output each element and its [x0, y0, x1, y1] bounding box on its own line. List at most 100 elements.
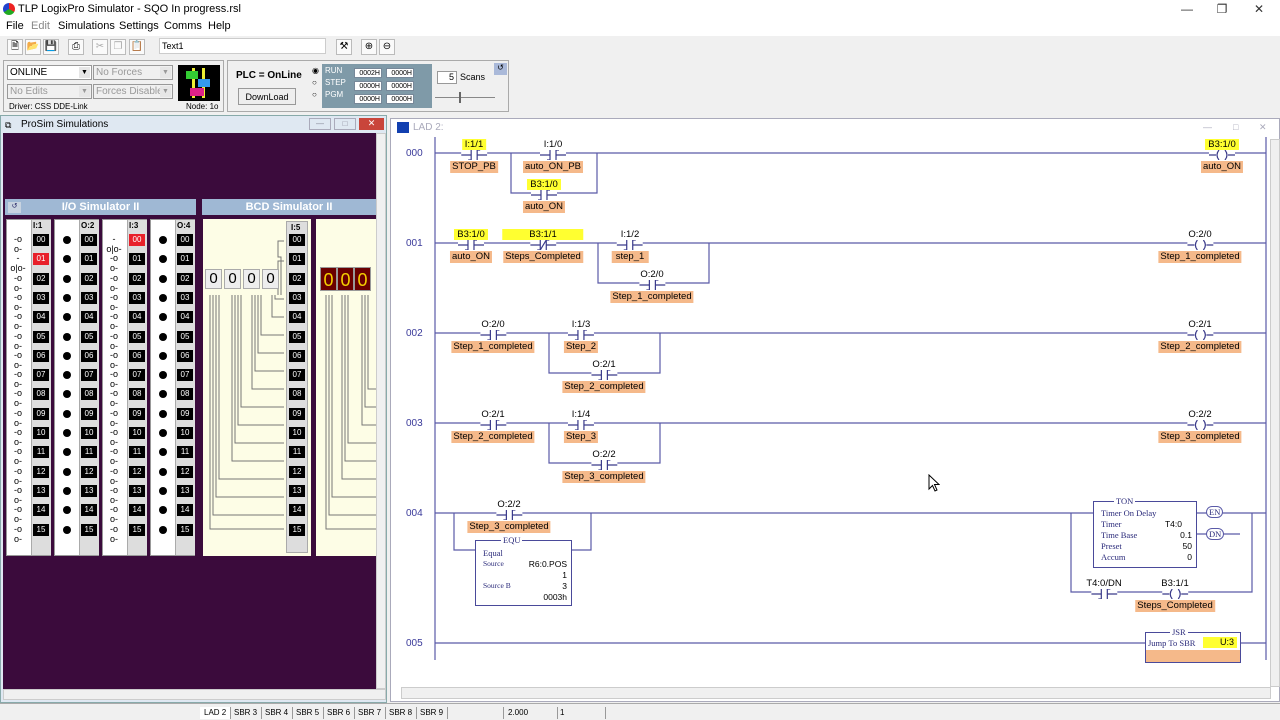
tab-sbr-9[interactable]: SBR 9: [416, 707, 449, 719]
horizontal-scrollbar[interactable]: [3, 689, 386, 700]
bit-11[interactable]: 11: [33, 446, 49, 459]
tab-sbr-7[interactable]: SBR 7: [354, 707, 387, 719]
contact-stop-pb[interactable]: I:1/1 STOP_PB: [450, 138, 498, 173]
bit-12[interactable]: 12: [81, 465, 97, 478]
new-file-icon[interactable]: 🗎: [7, 39, 23, 55]
coil-step-1-completed[interactable]: O:2/0 Step_1_completed: [1158, 228, 1242, 263]
bit-05[interactable]: 05: [177, 330, 193, 343]
bit-13[interactable]: 13: [177, 484, 193, 497]
bit-09[interactable]: 09: [129, 407, 145, 420]
contact-step-1-completed[interactable]: O:2/0 Step_1_completed: [451, 318, 535, 353]
switch-open-icon[interactable]: -o o-: [9, 369, 27, 389]
bit-08[interactable]: 08: [33, 388, 49, 401]
bit-10[interactable]: 10: [81, 427, 97, 439]
contact-step-1[interactable]: I:1/2 step_1: [611, 228, 649, 263]
bit-05[interactable]: 05: [33, 330, 49, 343]
restore-icon[interactable]: ↺: [8, 202, 21, 213]
switch-open-icon[interactable]: -o o-: [9, 524, 27, 544]
coil-steps-completed[interactable]: B3:1/1 Steps_Completed: [1135, 577, 1215, 612]
bit-13[interactable]: 13: [289, 484, 305, 497]
bit-06[interactable]: 06: [129, 349, 145, 362]
equ-instruction[interactable]: EQU Equal Source R6:0.POS 1 Source B 3 0…: [475, 535, 572, 606]
bit-07[interactable]: 07: [289, 369, 305, 382]
switch-closed-icon[interactable]: -o|o-: [9, 253, 27, 273]
bit-07[interactable]: 07: [129, 369, 145, 382]
thumbwheel-digit[interactable]: 0: [224, 269, 241, 289]
thumbwheel-digit[interactable]: 0: [205, 269, 222, 289]
tab-sbr-4[interactable]: SBR 4: [261, 707, 294, 719]
bit-01[interactable]: 01: [177, 253, 193, 266]
bit-06[interactable]: 06: [177, 349, 193, 362]
bit-01[interactable]: 01: [289, 253, 305, 266]
bit-14[interactable]: 14: [289, 504, 305, 517]
minimize-button[interactable]: —: [1172, 2, 1202, 16]
bit-02[interactable]: 02: [81, 272, 97, 285]
bit-03[interactable]: 03: [81, 291, 97, 304]
bit-05[interactable]: 05: [289, 330, 305, 343]
bit-00[interactable]: 00: [81, 234, 97, 246]
print-icon[interactable]: ⎙: [68, 39, 84, 55]
switch-open-icon[interactable]: -o o-: [105, 466, 123, 486]
switch-open-icon[interactable]: -o o-: [9, 331, 27, 351]
bit-03[interactable]: 03: [129, 291, 145, 304]
bit-05[interactable]: 05: [81, 330, 97, 343]
switch-open-icon[interactable]: -o o-: [105, 504, 123, 524]
switch-open-icon[interactable]: -o o-: [105, 311, 123, 331]
menu-edit[interactable]: Edit: [31, 20, 50, 32]
switch-open-icon[interactable]: -o o-: [105, 253, 123, 273]
forces-select[interactable]: No Forces ▼: [93, 65, 173, 80]
bit-06[interactable]: 06: [81, 349, 97, 362]
switch-open-icon[interactable]: -o o-: [9, 292, 27, 312]
switch-open-icon[interactable]: -o o-: [105, 350, 123, 370]
switch-open-icon[interactable]: -o o-: [105, 292, 123, 312]
zoom-in-icon[interactable]: ⊕: [361, 39, 377, 55]
mode-select[interactable]: ONLINE ▼: [7, 65, 92, 80]
switch-open-icon[interactable]: -o o-: [105, 388, 123, 408]
contact-step-2-completed[interactable]: O:2/1 Step_2_completed: [562, 358, 646, 393]
bit-14[interactable]: 14: [81, 504, 97, 517]
contact-auto-on-pb[interactable]: I:1/0 auto_ON_PB: [523, 138, 583, 173]
scans-input[interactable]: 5: [437, 71, 457, 84]
bit-01[interactable]: 01: [129, 253, 145, 266]
bit-12[interactable]: 12: [129, 465, 145, 478]
contact-step-3-completed[interactable]: O:2/2 Step_3_completed: [467, 498, 551, 533]
bit-12[interactable]: 12: [289, 465, 305, 478]
save-icon[interactable]: 💾: [43, 39, 59, 55]
switch-open-icon[interactable]: -o o-: [9, 408, 27, 428]
switch-open-icon[interactable]: -o o-: [9, 273, 27, 293]
bit-00[interactable]: 00: [289, 234, 305, 246]
bit-13[interactable]: 13: [33, 484, 49, 497]
pgm-radio[interactable]: ○: [312, 90, 317, 99]
contact-step-3[interactable]: I:1/4 Step_3: [563, 408, 599, 443]
switch-open-icon[interactable]: -o o-: [105, 408, 123, 428]
contact-auto-on[interactable]: B3:1/0 auto_ON: [449, 228, 493, 263]
menu-settings[interactable]: Settings: [119, 20, 159, 32]
bit-04[interactable]: 04: [129, 311, 145, 324]
bit-10[interactable]: 10: [177, 427, 193, 439]
cut-icon[interactable]: ✂: [92, 39, 108, 55]
contact-steps-completed[interactable]: B3:1/1 Steps_Completed: [502, 228, 584, 263]
open-folder-icon[interactable]: 📂: [25, 39, 41, 55]
bit-04[interactable]: 04: [81, 311, 97, 324]
bit-10[interactable]: 10: [33, 427, 49, 439]
bit-06[interactable]: 06: [289, 349, 305, 362]
tab-sbr-3[interactable]: SBR 3: [230, 707, 263, 719]
forces-enable-select[interactable]: Forces Disabled ▼: [93, 84, 173, 99]
bit-11[interactable]: 11: [129, 446, 145, 459]
menu-comms[interactable]: Comms: [164, 20, 202, 32]
bit-02[interactable]: 02: [33, 272, 49, 285]
bit-07[interactable]: 07: [177, 369, 193, 382]
menu-help[interactable]: Help: [208, 20, 231, 32]
bit-13[interactable]: 13: [81, 484, 97, 497]
menu-simulations[interactable]: Simulations: [58, 20, 115, 32]
run-radio[interactable]: ◉: [312, 66, 319, 75]
bit-04[interactable]: 04: [289, 311, 305, 324]
bit-13[interactable]: 13: [129, 484, 145, 497]
contact-step-1-completed[interactable]: O:2/0 Step_1_completed: [610, 268, 694, 303]
switch-open-icon[interactable]: -o o-: [105, 273, 123, 293]
bit-09[interactable]: 09: [81, 407, 97, 420]
switch-open-icon[interactable]: -o o-: [9, 485, 27, 505]
bit-09[interactable]: 09: [177, 407, 193, 420]
horizontal-scrollbar[interactable]: [401, 687, 1271, 699]
switch-open-icon[interactable]: -o o-: [9, 388, 27, 408]
